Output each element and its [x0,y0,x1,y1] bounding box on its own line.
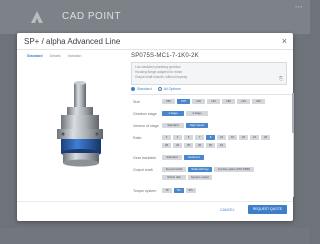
param-option-button[interactable]: 32 [173,143,182,148]
param-option-button[interactable]: Involute spline (DIN 5480) [214,167,254,172]
param-option-button[interactable]: 180 [222,99,235,104]
param-option-button[interactable]: TP+ [174,188,184,193]
gearbox-product-image [57,81,103,167]
description-line: Low-backlash planetary gearbox [135,65,181,69]
param-option-button[interactable]: 075 [177,99,190,104]
param-option-button[interactable]: 20 [239,135,248,140]
description-line: Output shaft smooth, without keyway [135,75,188,79]
param-label: Gearbox stage [133,111,157,116]
view-option-standard[interactable]: Standard [131,87,152,91]
close-icon[interactable]: × [282,36,287,46]
param-label: Gear backlash [133,155,157,160]
param-option-button[interactable]: 4 [173,135,182,140]
view-option-all[interactable]: All Options [157,87,181,91]
description-box: Low-backlash planetary gearbox Housing f… [131,62,287,85]
param-label: Ratio [133,135,142,140]
product-tabs: Standard Details Variation [27,54,82,58]
param-label: Output shaft [133,167,153,172]
footer-divider [17,201,293,202]
param-label: Size [133,99,140,104]
param-option-button[interactable]: System output [188,175,212,180]
param-option-button[interactable]: Standard [162,155,182,160]
background-footer [0,228,310,244]
param-option-button[interactable]: 060 [162,99,175,104]
param-label: Version of stage [133,123,159,128]
dialog-title: SP+ / alpha Advanced Line [24,37,121,46]
radio-selected-icon [131,87,135,91]
param-option-button[interactable]: 25 [261,135,270,140]
tab-details[interactable]: Details [50,54,61,58]
param-option-button[interactable]: Shrink disk [162,175,186,180]
param-option-button[interactable]: 240 [252,99,265,104]
app-header: CAD POINT ▪ ▪ ▪ [0,0,310,34]
view-option-label: All Options [163,87,181,91]
param-option-button[interactable]: 2-stage [186,111,208,116]
tab-variation[interactable]: Variation [68,54,82,58]
copy-icon[interactable]: ⎘ [279,76,283,82]
param-option-button[interactable]: Reduced [184,155,204,160]
param-option-button[interactable]: 210 [237,99,250,104]
param-option-button[interactable]: 7 [195,135,204,140]
param-option-button[interactable]: 8 [206,135,215,140]
param-option-button[interactable]: 10 [217,135,226,140]
param-option-button[interactable]: TP [162,188,172,193]
tab-standard[interactable]: Standard [27,54,43,58]
param-option-button[interactable]: 1-stage [162,111,184,116]
param-option-button[interactable]: 5 [184,135,193,140]
param-option-button[interactable]: Standard [162,123,184,128]
param-option-button[interactable]: 21 [250,135,259,140]
configuration-code: SP075S-MC1-7-1K0-2K [131,53,199,59]
param-label: Torque system [133,188,157,193]
app-brand-name: CAD POINT [62,11,121,22]
param-option-button[interactable]: 50 [206,143,215,148]
param-option-button[interactable]: 64 [217,143,226,148]
param-option-button[interactable]: 35 [184,143,193,148]
configurator-dialog: SP+ / alpha Advanced Line × Standard Det… [17,33,294,221]
request-quote-button[interactable]: REQUEST QUOTE [248,205,287,214]
app-menu-icon[interactable]: ▪ ▪ ▪ [296,4,302,9]
param-option-button[interactable]: 16 [228,135,237,140]
title-divider [17,49,293,50]
param-option-button[interactable]: 28 [162,143,171,148]
description-line: Housing flange adapted for motor [135,70,183,74]
cancel-button[interactable]: CANCEL [220,208,235,212]
param-option-button[interactable]: 40 [195,143,204,148]
param-option-button[interactable]: 140 [207,99,220,104]
radio-icon [157,87,162,91]
param-option-button[interactable]: Smooth shaft [162,167,186,172]
param-option-button[interactable]: Shaft with key [188,167,212,172]
param-option-button[interactable]: High speed [186,123,208,128]
param-option-button[interactable]: 100 [192,99,205,104]
param-option-button[interactable]: SP+ [186,188,196,193]
view-option-label: Standard [137,87,152,91]
view-mode-selector: Standard All Options [131,87,181,91]
logo-icon [31,11,43,23]
params-scroll-thumb[interactable] [292,93,294,133]
param-option-button[interactable]: 3 [162,135,171,140]
params-divider [131,94,293,95]
